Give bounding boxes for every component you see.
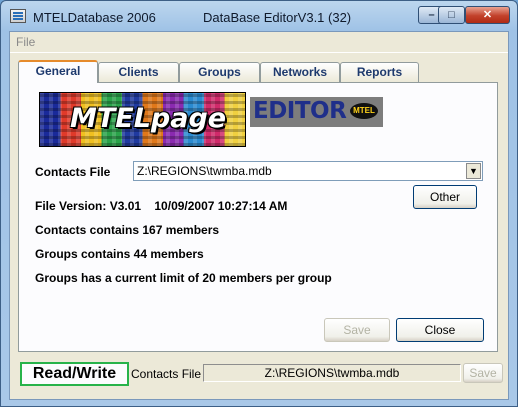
status-bar: Read/Write Contacts File Z:\REGIONS\twmb… (10, 358, 508, 396)
minimize-icon: – (428, 9, 435, 21)
status-save-button[interactable]: Save (463, 363, 503, 383)
tab-networks[interactable]: Networks (260, 62, 340, 82)
contacts-file-select[interactable]: Z:\REGIONS\twmba.mdb ▼ (133, 161, 483, 181)
client-area: File General Clients Groups Networks Rep… (9, 31, 509, 400)
title-bar[interactable]: MTELDatabase 2006 DataBase EditorV3.1 (3… (1, 1, 517, 31)
save-button[interactable]: Save (324, 318, 390, 342)
file-version-text: File Version: V3.01 10/09/2007 10:27:14 … (35, 199, 288, 213)
app-title: MTELDatabase 2006 (33, 10, 156, 25)
logo-text: MTELpage (70, 103, 227, 134)
chevron-down-icon[interactable]: ▼ (466, 163, 481, 179)
editor-title: DataBase EditorV3.1 (32) (203, 10, 352, 25)
app-icon[interactable] (10, 9, 26, 23)
menu-file[interactable]: File (16, 35, 35, 49)
contacts-file-value: Z:\REGIONS\twmba.mdb (137, 164, 272, 178)
app-window: MTELDatabase 2006 DataBase EditorV3.1 (3… (0, 0, 518, 407)
close-icon: ✕ (482, 9, 493, 21)
mtelpage-logo: MTELpage (39, 92, 246, 147)
tab-reports[interactable]: Reports (340, 62, 419, 82)
menu-bar: File (10, 32, 508, 53)
status-contacts-path: Z:\REGIONS\twmba.mdb (203, 364, 461, 382)
other-button[interactable]: Other (413, 185, 477, 209)
tab-general[interactable]: General (18, 60, 98, 83)
contacts-count-text: Contacts contains 167 members (35, 223, 220, 237)
mtel-badge: MTEL (350, 103, 378, 119)
close-window-button[interactable]: ✕ (465, 6, 510, 24)
group-limit-text: Groups has a current limit of 20 members… (35, 271, 332, 285)
maximize-button[interactable]: □ (438, 6, 465, 24)
read-write-indicator: Read/Write (20, 362, 129, 386)
editor-logo-text: EDITOR (253, 98, 347, 124)
close-button[interactable]: Close (396, 318, 484, 342)
status-contacts-label: Contacts File (131, 367, 202, 381)
tab-clients[interactable]: Clients (98, 62, 179, 82)
groups-count-text: Groups contains 44 members (35, 247, 204, 261)
maximize-icon: □ (448, 9, 455, 21)
general-tab-panel: MTELpage EDITOR MTEL Contacts File Z:\RE… (18, 82, 498, 352)
tab-groups[interactable]: Groups (179, 62, 260, 82)
contacts-file-label: Contacts File (35, 165, 111, 179)
editor-logo: EDITOR MTEL (250, 97, 383, 127)
